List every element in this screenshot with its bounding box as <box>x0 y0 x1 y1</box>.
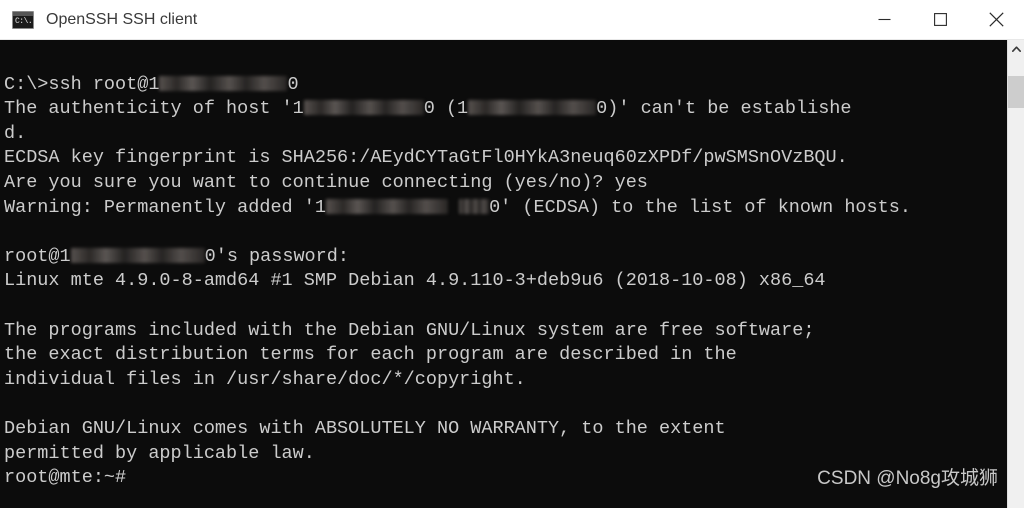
redacted-ip-segment <box>70 247 205 263</box>
terminal-text: individual files in /usr/share/doc/*/cop… <box>4 368 526 390</box>
line-blank-3 <box>4 294 1007 319</box>
line-warning-added: Warning: Permanently added '1 0' (ECDSA)… <box>4 196 1007 221</box>
redacted-ip-segment <box>468 100 597 116</box>
terminal-text: The programs included with the Debian GN… <box>4 319 815 341</box>
line-ssh-command: C:\>ssh root@1 0 <box>4 73 1007 98</box>
window-controls <box>856 0 1024 40</box>
terminal-text: C:\>ssh root@1 <box>4 73 160 95</box>
line-kernel-banner: Linux mte 4.9.0-8-amd64 #1 SMP Debian 4.… <box>4 269 1007 294</box>
line-motd-2: the exact distribution terms for each pr… <box>4 343 1007 368</box>
line-continue-prompt: Are you sure you want to continue connec… <box>4 171 1007 196</box>
maximize-button[interactable] <box>912 0 968 40</box>
terminal-text: d. <box>4 122 27 144</box>
terminal-text: Warning: Permanently added '1 <box>4 196 326 218</box>
window-title: OpenSSH SSH client <box>46 10 198 28</box>
line-motd-1: The programs included with the Debian GN… <box>4 319 1007 344</box>
line-blank-1 <box>4 48 1007 73</box>
terminal-text: 0)' can't be establishe <box>596 98 852 120</box>
line-authenticity-wrap: d. <box>4 122 1007 147</box>
redacted-ip-segment <box>159 75 288 91</box>
line-blank-2 <box>4 220 1007 245</box>
terminal-text: 0's password: <box>204 245 349 267</box>
redacted-ip-segment <box>459 198 490 214</box>
minimize-button[interactable] <box>856 0 912 40</box>
line-warranty-2: permitted by applicable law. <box>4 442 1007 467</box>
redacted-ip-segment <box>303 100 424 116</box>
terminal-text: Debian GNU/Linux comes with ABSOLUTELY N… <box>4 417 726 439</box>
line-authenticity: The authenticity of host '1 0 (1 0)' can't… <box>4 97 1007 122</box>
line-motd-3: individual files in /usr/share/doc/*/cop… <box>4 368 1007 393</box>
terminal-text: root@mte:~# <box>4 467 127 489</box>
terminal-text: Are you sure you want to continue connec… <box>4 171 648 193</box>
console-icon-prompt-text: C:\. <box>15 16 33 26</box>
redacted-ip-segment <box>325 198 448 214</box>
terminal-text: permitted by applicable law. <box>4 442 315 464</box>
line-shell-prompt: root@mte:~# <box>4 466 1007 491</box>
title-bar[interactable]: C:\. OpenSSH SSH client <box>0 0 1024 40</box>
terminal-text: Linux mte 4.9.0-8-amd64 #1 SMP Debian 4.… <box>4 270 826 292</box>
line-blank-4 <box>4 392 1007 417</box>
line-password-prompt: root@1 0's password: <box>4 245 1007 270</box>
console-window-icon: C:\. <box>12 10 34 29</box>
terminal-text: 0' (ECDSA) to the list of known hosts. <box>489 196 911 218</box>
terminal-text: the exact distribution terms for each pr… <box>4 344 737 366</box>
console-icon-titlestrip <box>13 11 33 16</box>
terminal-text: root@1 <box>4 245 71 267</box>
openssh-client-window: C:\. OpenSSH SSH client C:\>ssh root@1 0… <box>0 0 1024 508</box>
vertical-scrollbar[interactable] <box>1007 40 1024 508</box>
terminal-text: ECDSA key fingerprint is SHA256:/AEydCYT… <box>4 147 848 169</box>
line-fingerprint: ECDSA key fingerprint is SHA256:/AEydCYT… <box>4 146 1007 171</box>
terminal-text: 0 <box>287 73 299 95</box>
terminal-lines: C:\>ssh root@1 0 The authenticity of host … <box>2 48 1007 491</box>
terminal-text: The authenticity of host '1 <box>4 98 304 120</box>
terminal-text: 0 (1 <box>423 98 469 120</box>
scrollbar-thumb[interactable] <box>1008 75 1024 108</box>
scroll-up-arrow-icon[interactable] <box>1008 40 1024 58</box>
line-warranty-1: Debian GNU/Linux comes with ABSOLUTELY N… <box>4 417 1007 442</box>
close-button[interactable] <box>968 0 1024 40</box>
terminal-output-area[interactable]: C:\>ssh root@1 0 The authenticity of host … <box>0 40 1007 508</box>
